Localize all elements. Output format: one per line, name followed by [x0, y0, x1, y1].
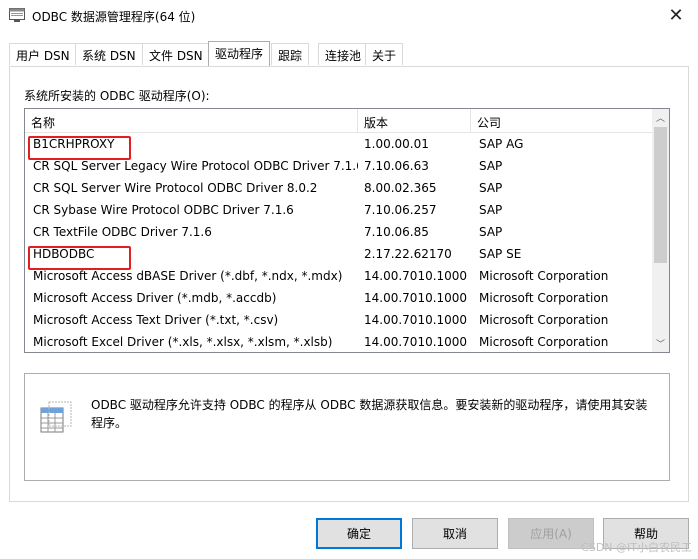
driver-company: Microsoft Corporation: [479, 335, 609, 349]
driver-version: 14.00.7010.1000: [364, 335, 468, 349]
column-header-version[interactable]: 版本: [358, 109, 471, 133]
drivers-list-label: 系统所安装的 ODBC 驱动程序(O):: [24, 89, 210, 103]
driver-company: Microsoft Corporation: [479, 313, 609, 327]
list-item[interactable]: CR SQL Server Wire Protocol ODBC Driver …: [25, 177, 653, 199]
window-title: ODBC 数据源管理程序(64 位): [32, 10, 196, 24]
vertical-scrollbar[interactable]: ︿ ﹀: [652, 109, 669, 352]
drivers-listview[interactable]: 名称 版本 公司 B1CRHPROXY 1.00.00.01 SAP AG CR…: [24, 108, 670, 353]
driver-version: 7.10.06.63: [364, 159, 429, 173]
list-item[interactable]: CR TextFile ODBC Driver 7.1.6 7.10.06.85…: [25, 221, 653, 243]
driver-name: Microsoft Access Driver (*.mdb, *.accdb): [33, 291, 277, 305]
scrollbar-thumb[interactable]: [654, 127, 667, 263]
driver-name: Microsoft Access Text Driver (*.txt, *.c…: [33, 313, 279, 327]
cancel-button[interactable]: 取消: [412, 518, 498, 549]
watermark: CSDN @IT小白农民工: [581, 541, 692, 554]
list-item[interactable]: Microsoft Access dBASE Driver (*.dbf, *.…: [25, 265, 653, 287]
driver-name: CR SQL Server Legacy Wire Protocol ODBC …: [33, 159, 358, 173]
tab-drivers[interactable]: 驱动程序: [208, 41, 271, 66]
driver-company: SAP SE: [479, 247, 522, 261]
drivers-panel: 系统所安装的 ODBC 驱动程序(O): 名称 版本 公司 B1CRHPROXY…: [9, 66, 689, 502]
driver-company: Microsoft Corporation: [479, 269, 609, 283]
driver-company: SAP AG: [479, 137, 524, 151]
tab-about[interactable]: 关于: [365, 43, 404, 65]
ok-button[interactable]: 确定: [316, 518, 402, 549]
driver-company: SAP: [479, 225, 503, 239]
driver-name: Microsoft Excel Driver (*.xls, *.xlsx, *…: [33, 335, 333, 349]
driver-name: HDBODBC: [33, 247, 95, 261]
tab-connection-pooling[interactable]: 连接池: [318, 43, 369, 65]
column-header-company[interactable]: 公司: [471, 109, 653, 133]
chevron-up-icon: ︿: [655, 114, 665, 124]
driver-name: B1CRHPROXY: [33, 137, 115, 151]
tab-file-dsn[interactable]: 文件 DSN: [142, 43, 210, 65]
driver-name: Microsoft Access dBASE Driver (*.dbf, *.…: [33, 269, 343, 283]
driver-version: 7.10.06.85: [364, 225, 429, 239]
database-table-icon: [40, 401, 72, 433]
driver-version: 14.00.7010.1000: [364, 291, 468, 305]
tab-tracing[interactable]: 跟踪: [271, 43, 310, 65]
driver-version: 1.00.00.01: [364, 137, 429, 151]
list-item[interactable]: Microsoft Excel Driver (*.xls, *.xlsx, *…: [25, 331, 653, 352]
info-description: ODBC 驱动程序允许支持 ODBC 的程序从 ODBC 数据源获取信息。要安装…: [91, 398, 648, 430]
driver-name: CR Sybase Wire Protocol ODBC Driver 7.1.…: [33, 203, 294, 217]
scroll-up-button[interactable]: ︿: [652, 109, 669, 126]
tab-system-dsn[interactable]: 系统 DSN: [75, 43, 143, 65]
list-item[interactable]: B1CRHPROXY 1.00.00.01 SAP AG: [25, 133, 653, 155]
list-item[interactable]: CR Sybase Wire Protocol ODBC Driver 7.1.…: [25, 199, 653, 221]
tab-strip: 用户 DSN 系统 DSN 文件 DSN 驱动程序 跟踪 连接池 关于: [9, 41, 689, 67]
driver-company: SAP: [479, 181, 503, 195]
info-box: ODBC 驱动程序允许支持 ODBC 的程序从 ODBC 数据源获取信息。要安装…: [24, 373, 670, 481]
driver-name: CR SQL Server Wire Protocol ODBC Driver …: [33, 181, 318, 195]
odbc-app-icon: [9, 8, 25, 22]
driver-version: 2.17.22.62170: [364, 247, 452, 261]
driver-company: SAP: [479, 159, 503, 173]
driver-name: CR TextFile ODBC Driver 7.1.6: [33, 225, 212, 239]
tab-user-dsn[interactable]: 用户 DSN: [9, 43, 77, 65]
list-item[interactable]: Microsoft Access Text Driver (*.txt, *.c…: [25, 309, 653, 331]
column-header-name[interactable]: 名称: [25, 109, 358, 133]
list-item[interactable]: Microsoft Access Driver (*.mdb, *.accdb)…: [25, 287, 653, 309]
driver-version: 8.00.02.365: [364, 181, 437, 195]
list-item[interactable]: HDBODBC 2.17.22.62170 SAP SE: [25, 243, 653, 265]
title-bar: ODBC 数据源管理程序(64 位) ✕: [0, 0, 698, 31]
driver-version: 14.00.7010.1000: [364, 269, 468, 283]
driver-company: Microsoft Corporation: [479, 291, 609, 305]
close-icon: ✕: [668, 5, 684, 26]
driver-company: SAP: [479, 203, 503, 217]
list-item[interactable]: CR SQL Server Legacy Wire Protocol ODBC …: [25, 155, 653, 177]
chevron-down-icon: ﹀: [655, 340, 665, 350]
list-body: B1CRHPROXY 1.00.00.01 SAP AG CR SQL Serv…: [25, 133, 653, 352]
driver-version: 7.10.06.257: [364, 203, 437, 217]
driver-version: 14.00.7010.1000: [364, 313, 468, 327]
list-header: 名称 版本 公司: [25, 109, 653, 133]
close-button[interactable]: ✕: [654, 0, 698, 31]
scroll-down-button[interactable]: ﹀: [652, 335, 669, 352]
